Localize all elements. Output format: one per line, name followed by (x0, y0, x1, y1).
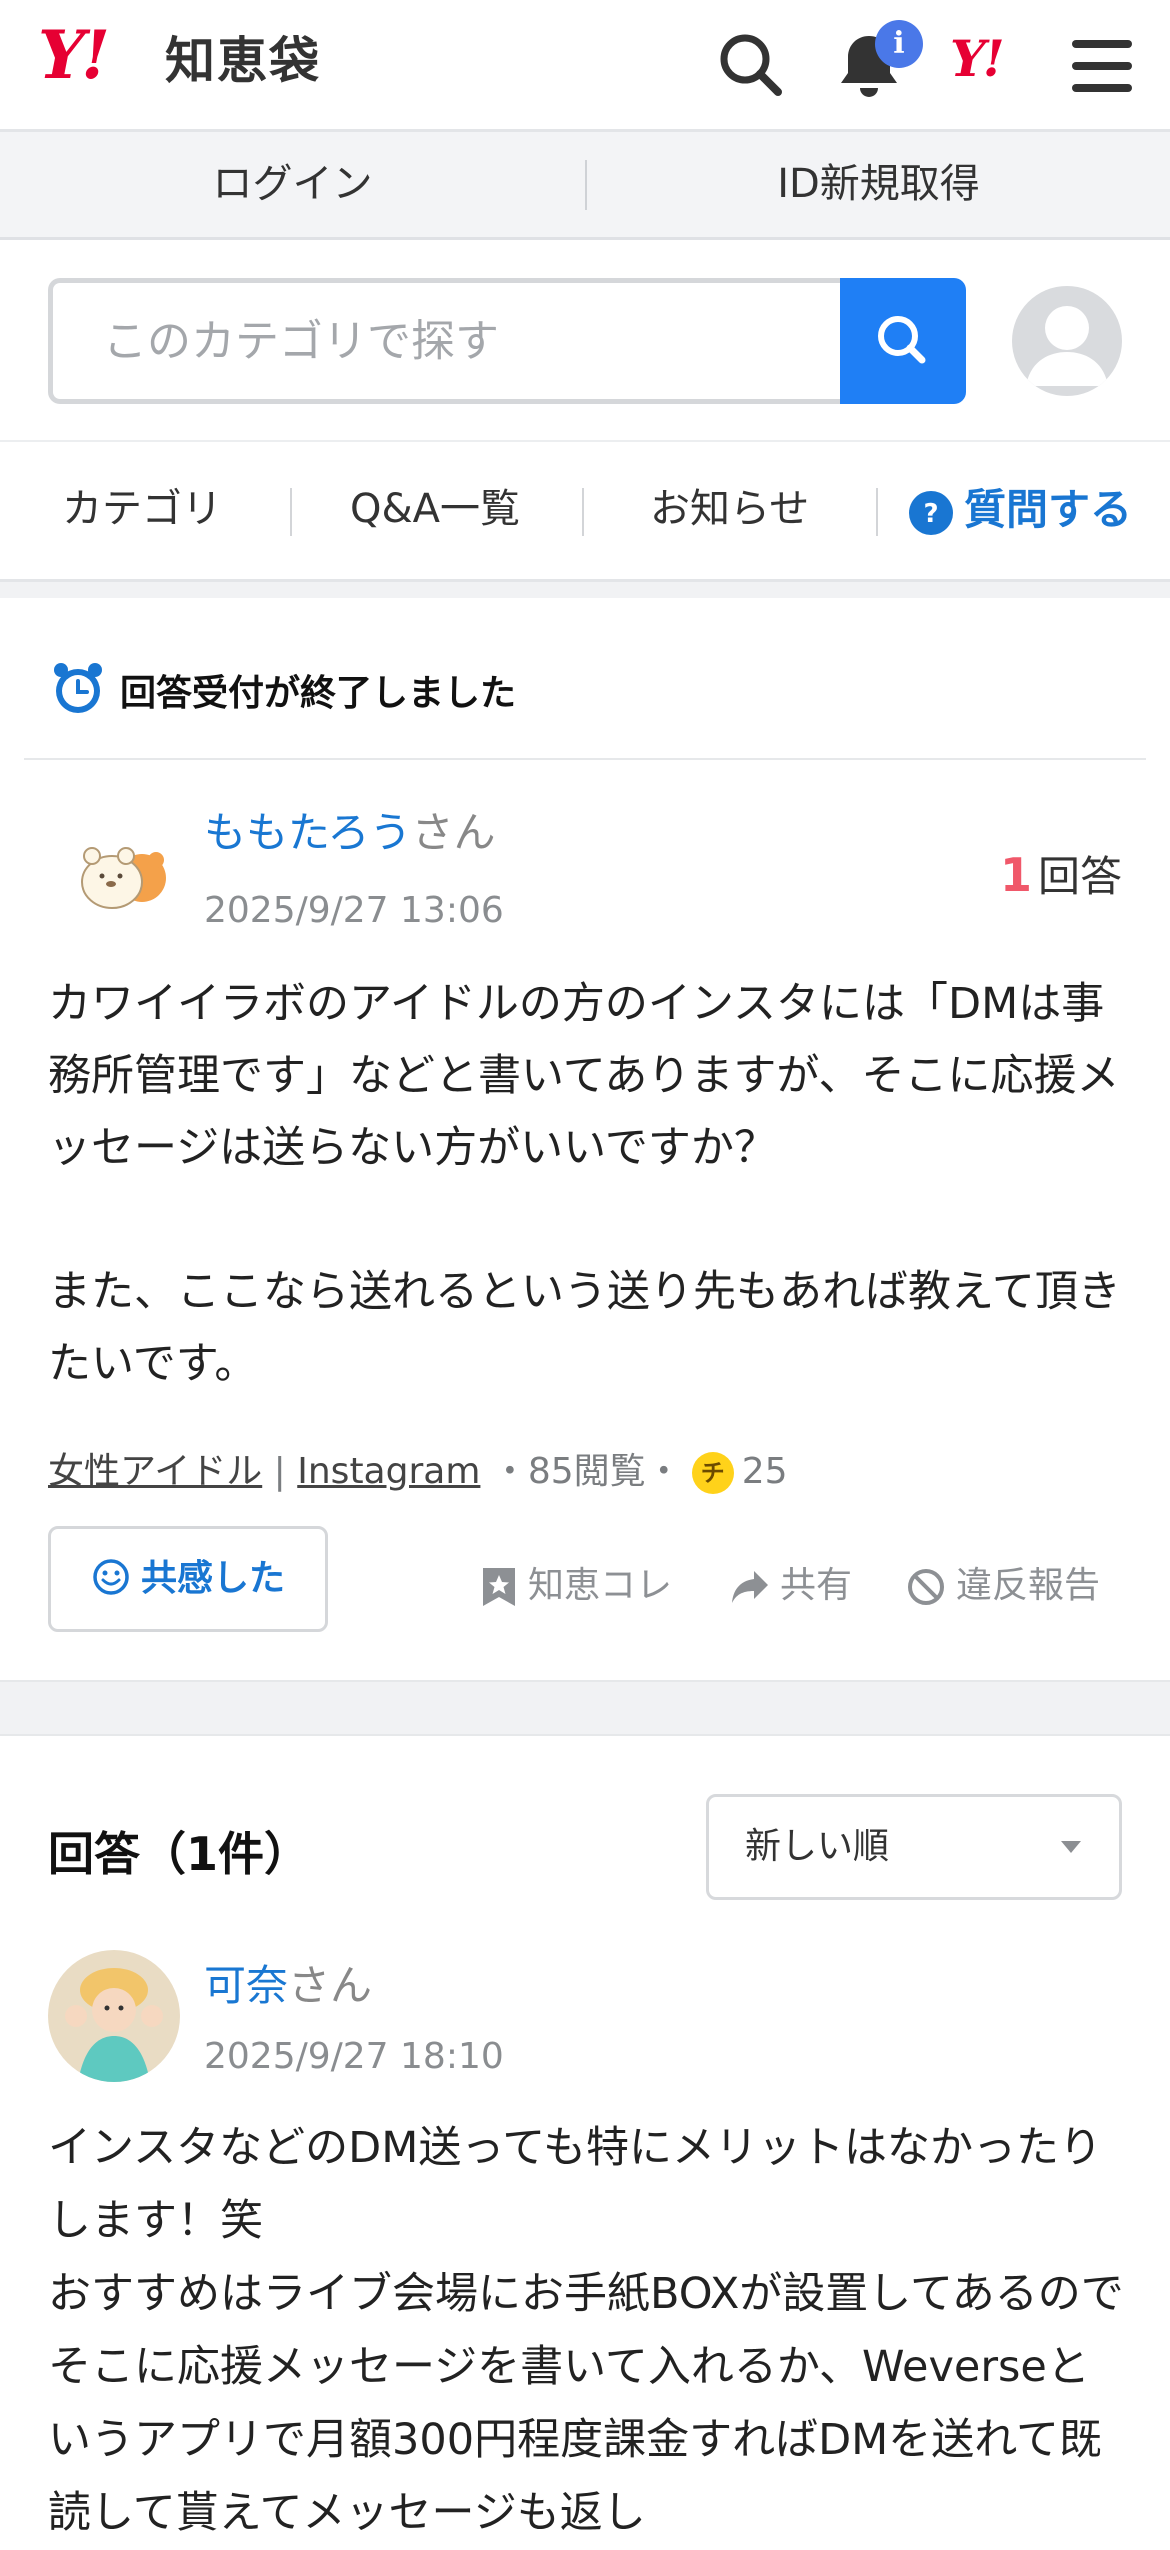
ask-question-label: 質問する (964, 485, 1133, 534)
search-field (48, 278, 842, 404)
tag-link[interactable]: Instagram (297, 1451, 480, 1492)
signup-link[interactable]: ID新規取得 (587, 132, 1170, 237)
answer-count-label: 回答 (1037, 852, 1122, 901)
section-gap (0, 1680, 1170, 1736)
answer-closed-notice: 回答受付が終了しました (24, 598, 1146, 760)
bear-avatar-icon (81, 847, 166, 909)
share-button[interactable]: 共有 (730, 1556, 852, 1608)
search-input[interactable] (53, 283, 842, 399)
answers-heading: 回答（1件） (48, 1827, 311, 1881)
sort-select[interactable]: 新しい順 (706, 1794, 1122, 1900)
answerer-avatar[interactable] (48, 1950, 180, 2082)
login-bar: ログイン ID新規取得 (0, 132, 1170, 240)
nav-category[interactable]: カテゴリ (62, 440, 222, 579)
sort-selected-value: 新しい順 (745, 1826, 890, 1867)
share-icon (732, 1571, 768, 1603)
nav-divider (582, 488, 584, 536)
chie-coin-icon: チ (691, 1452, 734, 1494)
answer-body: インスタなどのDM送っても特にメリットはなかったりします！笑 おすすめはライブ会… (48, 2123, 1124, 2538)
questioner-name: ももたろうさん (204, 808, 496, 858)
site-header: Y! 知恵袋 i Y! (0, 0, 1170, 132)
honorific-suffix: さん (411, 808, 496, 857)
empathy-button[interactable]: 共感した (48, 1526, 328, 1632)
save-label: 知恵コレ (528, 1565, 673, 1606)
nav-divider (290, 488, 292, 536)
answer-count[interactable]: 1 回答 (1000, 843, 1122, 904)
question-meta: 女性アイドル | Instagram ・85閲覧・チ 25 (48, 1442, 788, 1494)
search-row (0, 240, 1170, 442)
share-label: 共有 (780, 1565, 853, 1606)
question-date: 2025/9/27 13:06 (204, 890, 504, 931)
questioner-name-link[interactable]: ももたろう (204, 808, 411, 857)
nav-qa-list[interactable]: Q&A一覧 (350, 440, 520, 579)
bookmark-star-icon (483, 1568, 515, 1606)
ask-question-link[interactable]: ? 質問する (908, 440, 1132, 579)
nav-divider (876, 488, 878, 536)
question-icon: ? (909, 490, 953, 535)
search-icon[interactable] (716, 30, 786, 104)
answer-date: 2025/9/27 18:10 (204, 2036, 504, 2077)
photo-avatar-icon (48, 1950, 180, 2082)
notification-badge[interactable]: i (875, 20, 923, 68)
view-count: 85閲覧 (527, 1451, 646, 1492)
svg-text:?: ? (923, 499, 938, 529)
meta-dot: ・ (491, 1451, 528, 1492)
answerer-name: 可奈さん (204, 1952, 372, 2013)
report-label: 違反報告 (956, 1565, 1101, 1606)
answer-closed-text: 回答受付が終了しました (120, 673, 517, 714)
question-body: カワイイラボのアイドルの方のインスタには「DMは事務所管理です」などと書いてあり… (48, 979, 1121, 1389)
prohibited-icon (908, 1569, 944, 1605)
alarm-clock-icon (54, 663, 102, 713)
category-nav: カテゴリ Q&A一覧 お知らせ ? 質問する (0, 440, 1170, 582)
default-user-icon (1026, 306, 1108, 386)
user-avatar[interactable] (1012, 286, 1122, 396)
report-button[interactable]: 違反報告 (906, 1556, 1100, 1608)
meta-dot: ・ (645, 1451, 682, 1492)
questioner-avatar[interactable] (70, 820, 180, 930)
chiebukuro-logo-text[interactable]: 知恵袋 (165, 36, 321, 86)
section-gap (0, 582, 1170, 598)
nav-news[interactable]: お知らせ (650, 440, 809, 579)
tag-link[interactable]: 女性アイドル (48, 1451, 262, 1492)
login-link[interactable]: ログイン (0, 132, 585, 237)
save-to-collection-button[interactable]: 知恵コレ (480, 1556, 672, 1608)
search-button[interactable] (840, 278, 966, 404)
coin-count: 25 (741, 1451, 788, 1492)
menu-icon[interactable] (1072, 38, 1132, 98)
honorific-suffix: さん (288, 1961, 373, 2010)
chevron-down-icon (1061, 1841, 1081, 1853)
answerer-name-link[interactable]: 可奈 (204, 1961, 288, 2010)
yahoo-logo-icon[interactable]: Y! (950, 34, 1005, 84)
search-icon (878, 316, 926, 364)
smile-icon (93, 1559, 129, 1595)
answer-count-number: 1 (999, 848, 1032, 902)
empathy-label: 共感した (140, 1558, 285, 1599)
yahoo-logo-mark[interactable]: Y! (38, 22, 110, 88)
tag-separator: | (273, 1451, 286, 1492)
